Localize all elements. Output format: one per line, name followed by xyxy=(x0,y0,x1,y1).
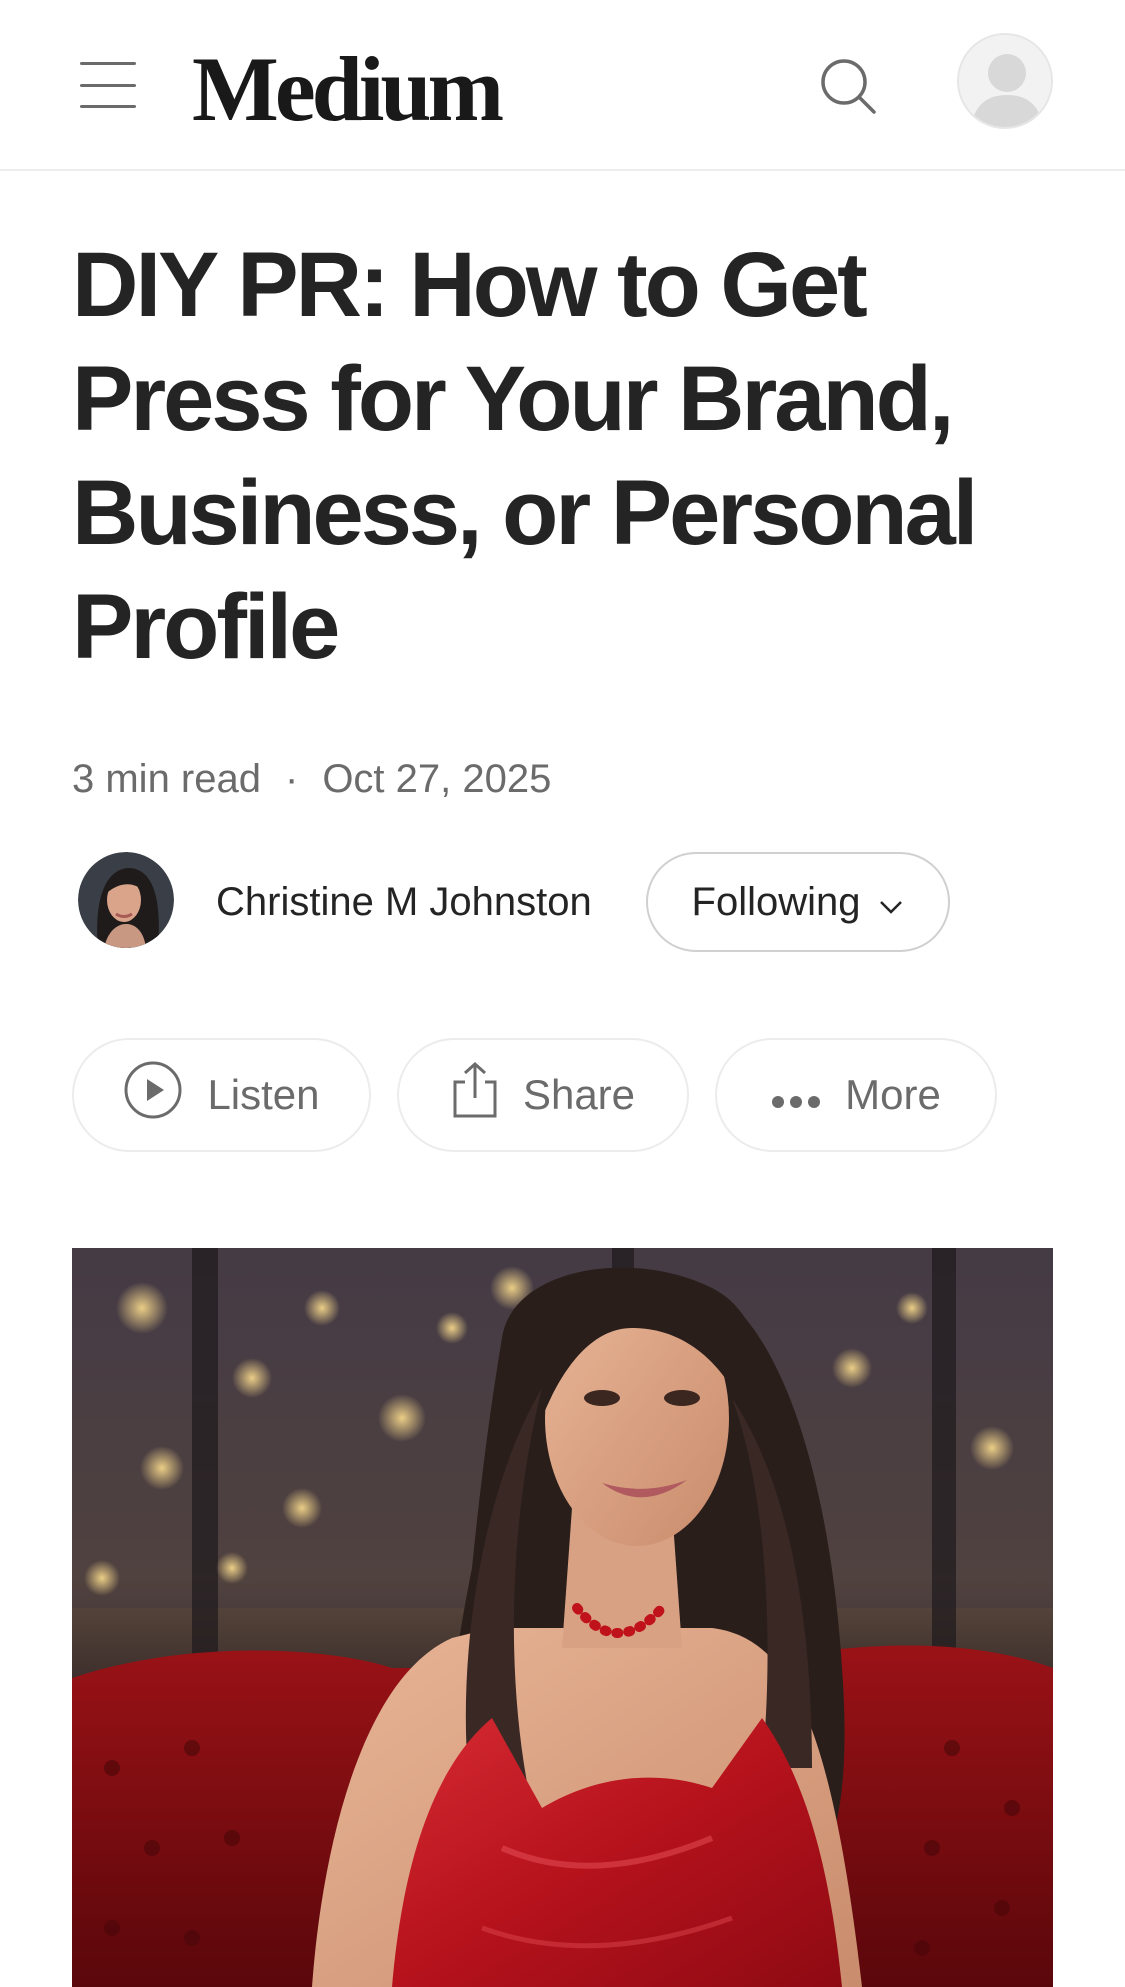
read-time: 3 min read xyxy=(72,756,261,801)
share-button[interactable]: Share xyxy=(397,1038,689,1152)
author-avatar[interactable] xyxy=(78,852,174,948)
publish-date: Oct 27, 2025 xyxy=(322,756,552,801)
hamburger-menu-icon[interactable] xyxy=(80,62,136,108)
article-page: Medium DIY PR: How to Get Press for Your… xyxy=(0,0,1125,1987)
medium-logo[interactable]: Medium xyxy=(192,34,504,144)
user-avatar-icon[interactable] xyxy=(957,33,1053,129)
following-button[interactable]: Following xyxy=(646,852,950,952)
share-icon xyxy=(451,1060,499,1130)
listen-button[interactable]: Listen xyxy=(72,1038,371,1152)
play-circle-icon xyxy=(123,1060,183,1130)
article-hero-image[interactable] xyxy=(72,1248,1053,1987)
search-icon[interactable] xyxy=(818,56,878,116)
meta-separator: · xyxy=(284,756,299,801)
author-name[interactable]: Christine M Johnston xyxy=(216,875,592,929)
following-label: Following xyxy=(691,879,861,924)
more-dots-icon xyxy=(771,1071,821,1119)
more-button[interactable]: More xyxy=(715,1038,997,1152)
chevron-down-icon xyxy=(878,880,904,925)
top-navigation-bar: Medium xyxy=(0,0,1125,171)
more-label: More xyxy=(845,1071,941,1118)
share-label: Share xyxy=(522,1071,636,1118)
listen-label: Listen xyxy=(207,1071,320,1118)
article-meta: 3 min read · Oct 27, 2025 xyxy=(72,752,551,806)
article-title: DIY PR: How to Get Press for Your Brand,… xyxy=(72,234,978,678)
